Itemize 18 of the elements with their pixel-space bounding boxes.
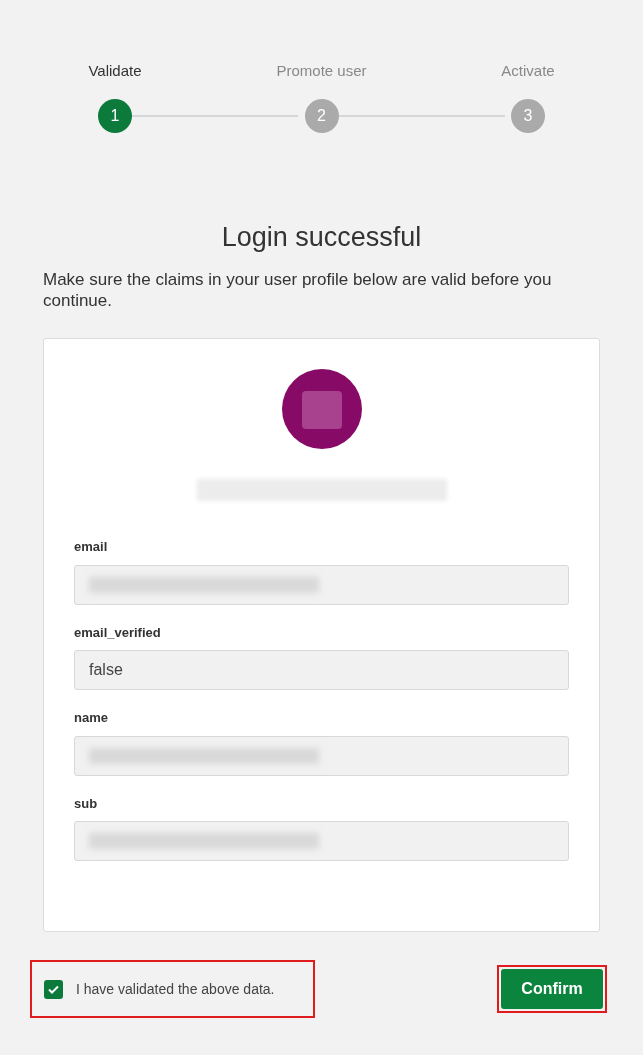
step-label: Validate [88,61,142,81]
field-label: email_verified [74,623,162,642]
step-number: 3 [511,98,545,133]
validate-checkbox[interactable] [44,979,63,999]
confirm-button[interactable]: Confirm [501,969,603,1009]
intro-text: Make sure the claims in your user profile below are valid before you continue. [42,269,553,311]
field-label: sub [74,794,99,813]
checkbox-label: I have validated the above data. [76,979,275,999]
step-label: Promote user [276,61,367,81]
step-number: 2 [304,98,339,133]
field-label: email [74,538,109,556]
page-title: Login successful [220,220,423,254]
avatar-icon [281,369,362,449]
checkmark-icon [48,984,59,994]
field-value: false [89,660,123,680]
field-label: name [74,709,109,727]
step-label: Activate [501,61,555,81]
step-number: 1 [98,98,132,133]
